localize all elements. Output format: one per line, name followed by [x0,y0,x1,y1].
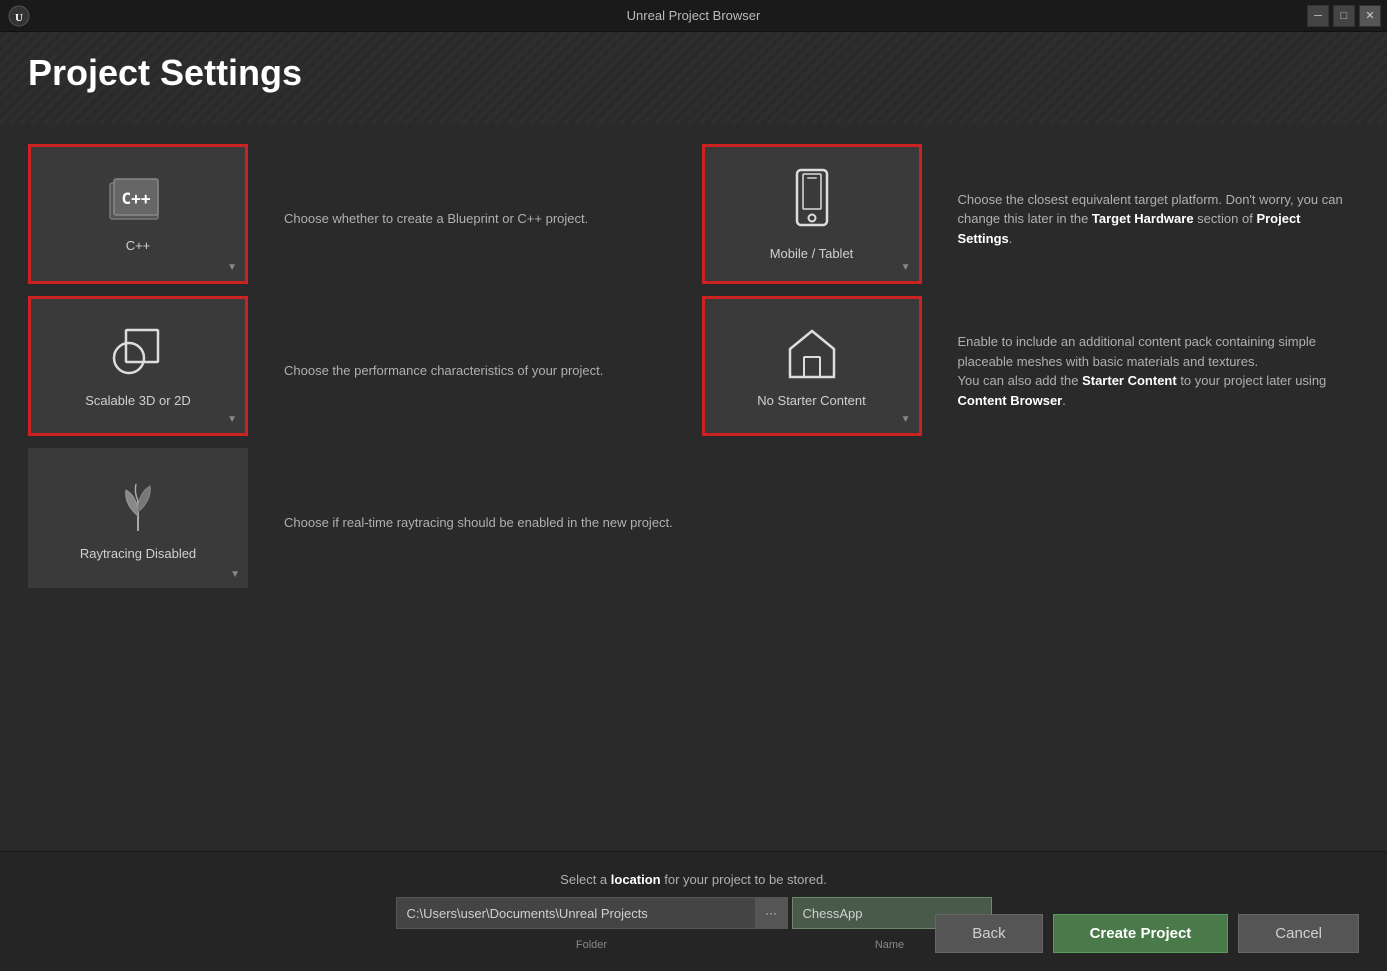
cpp-card[interactable]: C++ C++ ▼ [28,144,248,284]
scalable-label: Scalable 3D or 2D [85,393,191,408]
content-description: Enable to include an additional content … [958,322,1360,410]
mobile-icon [787,168,837,238]
mobile-label: Mobile / Tablet [770,246,854,261]
maximize-button[interactable]: □ [1333,5,1355,27]
mobile-dropdown-icon[interactable]: ▼ [901,262,911,273]
window-controls: ─ □ ✕ [1307,5,1381,27]
close-button[interactable]: ✕ [1359,5,1381,27]
create-project-button[interactable]: Create Project [1053,914,1229,953]
main-content: C++ C++ ▼ Choose whether to create a Blu… [0,124,1387,943]
cpp-dropdown-icon[interactable]: ▼ [227,262,237,273]
cancel-button[interactable]: Cancel [1238,914,1359,953]
raytracing-description: Choose if real-time raytracing should be… [284,503,686,533]
folder-label: Folder [396,939,788,951]
svg-text:U: U [15,12,23,24]
minimize-button[interactable]: ─ [1307,5,1329,27]
raytracing-dropdown-icon[interactable]: ▼ [230,569,240,580]
ue-logo-icon: U [8,5,30,27]
titlebar: U Unreal Project Browser ─ □ ✕ [0,0,1387,32]
cpp-icon: C++ [102,175,174,230]
cpp-label: C++ [126,238,151,253]
cpp-description: Choose whether to create a Blueprint or … [284,199,686,229]
content-card[interactable]: No Starter Content ▼ [702,296,922,436]
content-label: No Starter Content [757,393,865,408]
field-labels: Folder Name [396,939,992,951]
mobile-card[interactable]: Mobile / Tablet ▼ [702,144,922,284]
back-button[interactable]: Back [935,914,1042,953]
raytracing-card[interactable]: Raytracing Disabled ▼ [28,448,248,588]
browse-button[interactable]: ··· [756,897,788,929]
folder-path-input[interactable] [396,897,756,929]
raytracing-label: Raytracing Disabled [80,546,196,561]
location-text: Select a location for your project to be… [560,872,827,887]
page-title: Project Settings [28,52,1359,94]
window-title: Unreal Project Browser [627,8,761,23]
raytracing-icon [106,476,171,538]
mobile-description: Choose the closest equivalent target pla… [958,180,1360,249]
scalable-card[interactable]: Scalable 3D or 2D ▼ [28,296,248,436]
scalable-icon [106,325,171,385]
content-dropdown-icon[interactable]: ▼ [901,414,911,425]
bottom-bar: Select a location for your project to be… [0,851,1387,971]
bottom-buttons: Back Create Project Cancel [935,914,1359,953]
location-bold: location [611,872,661,887]
scalable-description: Choose the performance characteristics o… [284,351,686,381]
header-area: Project Settings [0,32,1387,124]
settings-grid: C++ C++ ▼ Choose whether to create a Blu… [28,144,1359,588]
path-row: ··· [396,897,992,929]
scalable-dropdown-icon[interactable]: ▼ [227,414,237,425]
svg-text:C++: C++ [122,189,151,208]
content-icon [782,325,842,385]
